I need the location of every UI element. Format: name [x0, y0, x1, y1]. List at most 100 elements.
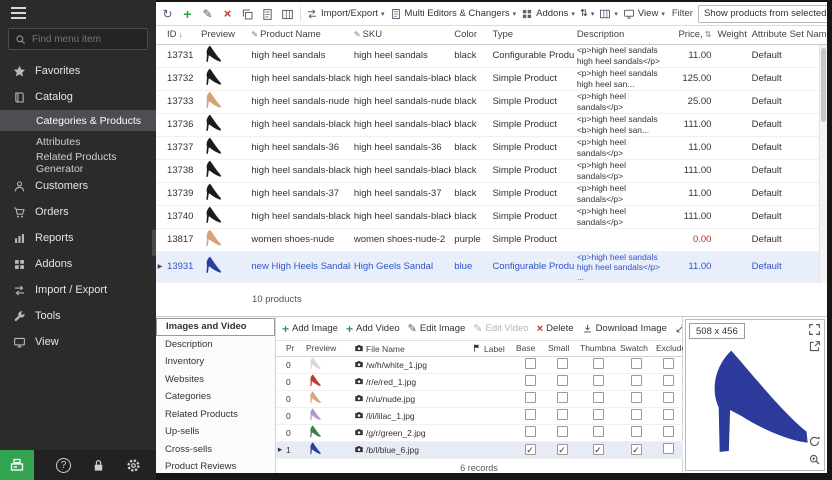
thumbnail-checkbox[interactable] [593, 358, 604, 369]
column-header-preview[interactable]: Preview [198, 26, 248, 44]
delete-image-button[interactable]: ×Delete [537, 323, 574, 335]
list-item[interactable]: 0 /r/e/red_1.jpg [276, 373, 683, 390]
column-header-file-name[interactable]: File Name [352, 341, 470, 356]
column-header-id[interactable]: ID↓ [164, 26, 198, 44]
help-button[interactable]: ? [56, 458, 71, 473]
table-row[interactable]: 13740 high heel sandals-black-38 high he… [156, 205, 827, 228]
table-row[interactable]: 13736 high heel sandals-black-36 high he… [156, 113, 827, 136]
copy-button[interactable] [240, 6, 255, 20]
table-row[interactable]: 13732 high heel sandals-black high heel … [156, 67, 827, 90]
table-row[interactable]: 13731 high heel sandals high heel sandal… [156, 44, 827, 67]
swatch-checkbox[interactable]: ✓ [631, 444, 642, 455]
thumbnail-checkbox[interactable] [593, 409, 604, 420]
fullscreen-button[interactable] [808, 323, 821, 336]
base-checkbox[interactable] [525, 409, 536, 420]
list-item-selected[interactable]: ▸ 1 /b/l/blue_6.jpg ✓ ✓ ✓ ✓ [276, 441, 683, 458]
exclude-checkbox[interactable] [663, 358, 674, 369]
swatch-checkbox[interactable] [631, 409, 642, 420]
sidebar-item-attributes[interactable]: Attributes [0, 131, 156, 152]
sidebar-item-catalog[interactable]: Catalog [0, 84, 156, 110]
sidebar-item-related-products-generator[interactable]: Related Products Generator [0, 152, 156, 173]
column-header-attrset[interactable]: Attribute Set Name [749, 26, 827, 44]
exclude-checkbox[interactable] [663, 443, 674, 454]
zoom-button[interactable] [808, 453, 821, 466]
column-header-priority[interactable]: Pr [284, 341, 304, 356]
set-resize-rule-button[interactable]: Set Resize Rule [675, 323, 682, 334]
tab-related-products[interactable]: Related Products [156, 406, 275, 424]
pos-button[interactable] [0, 450, 34, 480]
column-header-name[interactable]: ✎Product Name [248, 26, 350, 44]
swatch-checkbox[interactable] [631, 392, 642, 403]
column-header-small[interactable]: Small [546, 341, 578, 356]
scrollbar-thumb[interactable] [821, 48, 826, 122]
exclude-checkbox[interactable] [663, 375, 674, 386]
sidebar-item-favorites[interactable]: Favorites [0, 58, 156, 84]
edit-image-button[interactable]: ✎Edit Image [408, 322, 466, 335]
tab-images-and-video[interactable]: Images and Video [156, 318, 275, 336]
tab-inventory[interactable]: Inventory [156, 353, 275, 371]
thumbnail-checkbox[interactable]: ✓ [593, 444, 604, 455]
base-checkbox[interactable] [525, 392, 536, 403]
column-header-exclude[interactable]: Exclude [654, 341, 683, 356]
column-header-weight[interactable]: Weight [714, 26, 748, 44]
list-item[interactable]: 0 /n/u/nude.jpg [276, 390, 683, 407]
exclude-checkbox[interactable] [663, 426, 674, 437]
tab-websites[interactable]: Websites [156, 371, 275, 389]
settings-button[interactable] [126, 458, 141, 473]
paste-button[interactable] [260, 6, 275, 20]
swatch-checkbox[interactable] [631, 358, 642, 369]
sidebar-item-tools[interactable]: Tools [0, 303, 156, 329]
multi-editors-dropdown[interactable]: Multi Editors & Changers ▾ [390, 8, 517, 20]
list-item[interactable]: 0 /l/i/lilac_1.jpg [276, 407, 683, 424]
grid-options-dropdown[interactable]: ▾ [599, 8, 618, 20]
small-checkbox[interactable]: ✓ [557, 444, 568, 455]
vertical-scrollbar[interactable] [819, 45, 827, 283]
table-row[interactable]: 13817 women shoes-nude women shoes-nude-… [156, 228, 827, 251]
sidebar-item-customers[interactable]: Customers [0, 173, 156, 199]
import-export-dropdown[interactable]: Import/Export ▾ [306, 8, 385, 20]
delete-product-button[interactable]: × [220, 7, 235, 21]
table-row[interactable]: 13738 high heel sandals-black-37 high he… [156, 159, 827, 182]
base-checkbox[interactable] [525, 358, 536, 369]
add-product-button[interactable]: + [180, 7, 195, 21]
sidebar-item-orders[interactable]: Orders [0, 199, 156, 225]
table-row[interactable]: 13733 high heel sandals-nude high heel s… [156, 90, 827, 113]
list-item[interactable]: 0 /w/h/white_1.jpg [276, 356, 683, 373]
rotate-button[interactable] [808, 435, 821, 448]
swatch-checkbox[interactable] [631, 375, 642, 386]
refresh-button[interactable]: ↻ [160, 7, 175, 21]
small-checkbox[interactable] [557, 409, 568, 420]
sidebar-item-reports[interactable]: Reports [0, 225, 156, 251]
column-header-label[interactable]: Label [470, 341, 514, 356]
open-external-button[interactable] [808, 340, 821, 353]
sidebar-item-addons[interactable]: Addons [0, 251, 156, 277]
sidebar-item-import-export[interactable]: Import / Export [0, 277, 156, 303]
tab-description[interactable]: Description [156, 336, 275, 354]
list-item[interactable]: 0 /g/r/green_2.jpg [276, 424, 683, 441]
sidebar-item-view[interactable]: View [0, 329, 156, 355]
filter-select[interactable]: Show products from selected categories ▾ [698, 5, 827, 23]
column-header-type[interactable]: Type [489, 26, 573, 44]
sort-dropdown[interactable]: ⇅ ▾ [580, 8, 594, 19]
small-checkbox[interactable] [557, 426, 568, 437]
addons-dropdown[interactable]: Addons ▾ [521, 8, 575, 20]
columns-button[interactable] [280, 6, 295, 20]
small-checkbox[interactable] [557, 358, 568, 369]
table-row-selected[interactable]: ▸ 13931 new High Heels Sandals High Geel… [156, 251, 827, 283]
table-row[interactable]: 13739 high heel sandals-37 high heel san… [156, 182, 827, 205]
column-header-price[interactable]: Price,⇅ [672, 26, 714, 44]
tab-up-sells[interactable]: Up-sells [156, 423, 275, 441]
tab-cross-sells[interactable]: Cross-sells [156, 441, 275, 459]
sidebar-search[interactable] [8, 28, 148, 50]
base-checkbox[interactable] [525, 426, 536, 437]
add-image-button[interactable]: +Add Image [282, 322, 338, 336]
base-checkbox[interactable]: ✓ [525, 444, 536, 455]
column-header-base[interactable]: Base [514, 341, 546, 356]
column-header-description[interactable]: Description [574, 26, 672, 44]
small-checkbox[interactable] [557, 375, 568, 386]
base-checkbox[interactable] [525, 375, 536, 386]
swatch-checkbox[interactable] [631, 426, 642, 437]
column-header-thumbnail[interactable]: Thumbna [578, 341, 618, 356]
tab-categories[interactable]: Categories [156, 388, 275, 406]
lock-button[interactable] [91, 458, 106, 473]
